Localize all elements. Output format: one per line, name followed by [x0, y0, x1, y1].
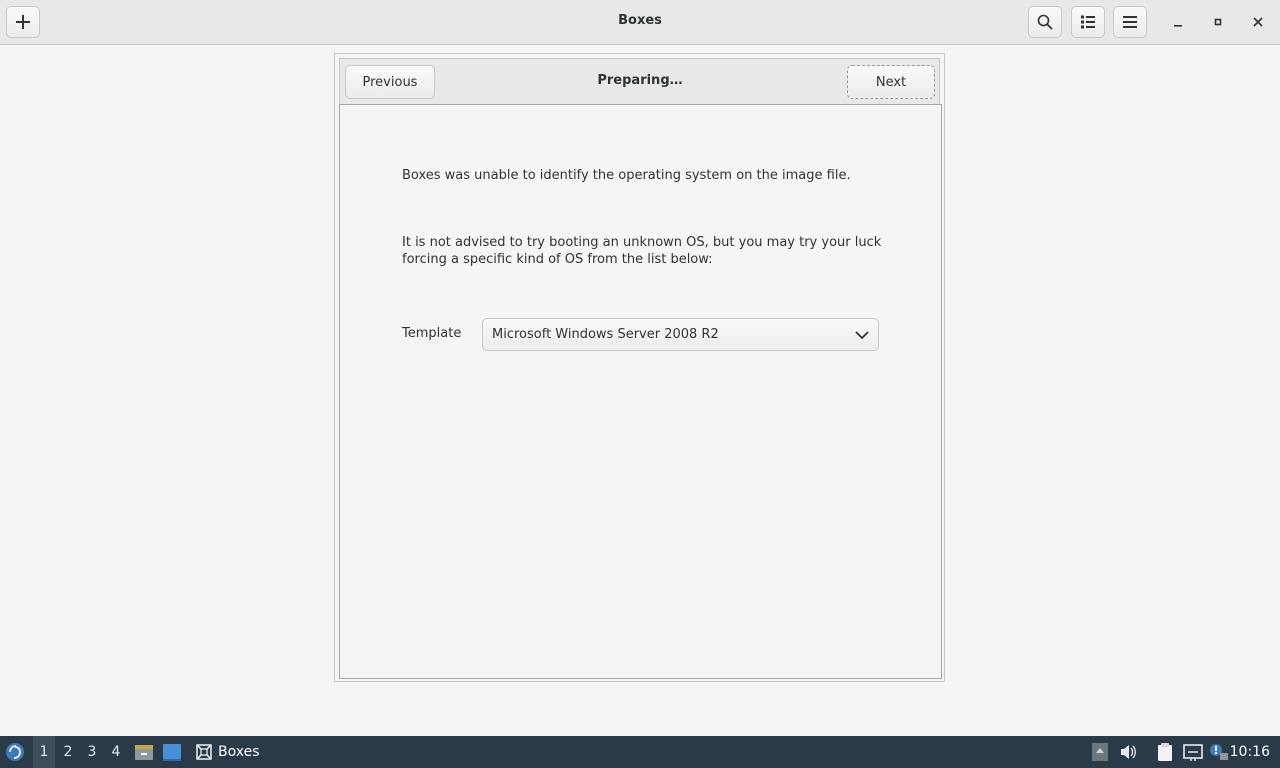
main-menu-button[interactable]	[1113, 6, 1147, 38]
search-button[interactable]	[1028, 6, 1062, 38]
minimize-icon	[1174, 25, 1182, 27]
search-icon	[1037, 14, 1053, 30]
volume-icon[interactable]	[1119, 743, 1137, 761]
workspace-2[interactable]: 2	[57, 736, 79, 768]
plus-icon	[16, 15, 30, 29]
boxes-app-icon	[196, 744, 212, 760]
maximize-icon	[1214, 18, 1222, 26]
start-menu-icon[interactable]	[5, 742, 25, 762]
notification-icon[interactable]	[1209, 743, 1229, 761]
unknown-os-warning: It is not advised to try booting an unkn…	[402, 235, 882, 267]
view-mode-button[interactable]	[1071, 6, 1105, 38]
taskbar-app-boxes[interactable]: Boxes	[194, 736, 274, 768]
new-box-assistant: Previous Preparing… Next Boxes was unabl…	[334, 53, 945, 682]
next-button[interactable]: Next	[847, 65, 935, 99]
network-icon[interactable]	[1183, 743, 1203, 761]
unidentified-os-message: Boxes was unable to identify the operati…	[402, 168, 851, 183]
minimize-button[interactable]	[1162, 6, 1194, 38]
list-view-icon	[1081, 15, 1095, 29]
header-bar: Boxes	[0, 0, 1280, 45]
window-title: Boxes	[618, 13, 662, 28]
chevron-down-icon	[855, 331, 869, 340]
close-button[interactable]	[1242, 6, 1274, 38]
clock[interactable]: 10:16	[1230, 736, 1270, 768]
template-dropdown[interactable]: Microsoft Windows Server 2008 R2	[482, 318, 879, 351]
previous-button[interactable]: Previous	[345, 65, 435, 99]
template-label: Template	[402, 326, 462, 341]
show-desktop-icon[interactable]	[162, 742, 182, 762]
assistant-page: Boxes was unable to identify the operati…	[339, 104, 942, 679]
assistant-title: Preparing…	[597, 73, 683, 88]
new-box-button[interactable]	[6, 6, 40, 38]
close-icon	[1253, 17, 1263, 27]
maximize-button[interactable]	[1202, 6, 1234, 38]
tray-expand-icon[interactable]	[1092, 743, 1108, 761]
workspace-1[interactable]: 1	[33, 736, 55, 768]
file-manager-icon[interactable]	[134, 742, 154, 762]
workspace-4[interactable]: 4	[105, 736, 127, 768]
clipboard-icon[interactable]	[1156, 743, 1174, 761]
workspace-3[interactable]: 3	[81, 736, 103, 768]
taskbar: 1 2 3 4 Boxes 10:16	[0, 736, 1280, 768]
assistant-header: Previous Preparing… Next	[339, 58, 940, 104]
hamburger-menu-icon	[1123, 16, 1137, 28]
taskbar-app-label: Boxes	[218, 744, 260, 760]
template-selected-value: Microsoft Windows Server 2008 R2	[492, 327, 719, 342]
